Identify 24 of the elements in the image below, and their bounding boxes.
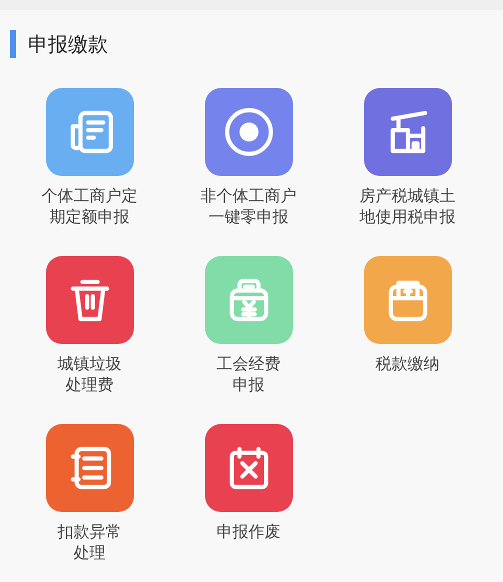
service-label: 处理 bbox=[74, 542, 106, 563]
service-label: 处理费 bbox=[66, 374, 114, 395]
service-label: 扣款异常 bbox=[58, 521, 122, 542]
service-label: 地使用税申报 bbox=[360, 206, 456, 227]
service-label: 一键零申报 bbox=[208, 206, 288, 227]
service-label: 房产税城镇土 bbox=[360, 185, 456, 206]
service-label: 期定额申报 bbox=[50, 206, 130, 227]
service-label: 税款缴纳 bbox=[376, 353, 440, 374]
service-tile[interactable] bbox=[46, 424, 134, 512]
service-label: 工会经费 bbox=[216, 353, 280, 374]
service-label: 个体工商户定 bbox=[42, 185, 138, 206]
service-label: 申报作废 bbox=[216, 521, 280, 542]
section-title: 申报缴款 bbox=[28, 30, 108, 58]
service-tile[interactable] bbox=[364, 88, 452, 176]
service-tile[interactable] bbox=[204, 256, 292, 344]
service-tile[interactable] bbox=[364, 256, 452, 344]
service-label: 非个体工商户 bbox=[200, 185, 296, 206]
title-accent-bar bbox=[10, 30, 16, 58]
service-tile[interactable] bbox=[204, 88, 292, 176]
service-label: 城镇垃圾 bbox=[58, 353, 122, 374]
service-tile[interactable] bbox=[204, 424, 292, 512]
service-tile[interactable] bbox=[46, 88, 134, 176]
service-tile[interactable] bbox=[46, 256, 134, 344]
service-label: 申报 bbox=[232, 374, 264, 395]
